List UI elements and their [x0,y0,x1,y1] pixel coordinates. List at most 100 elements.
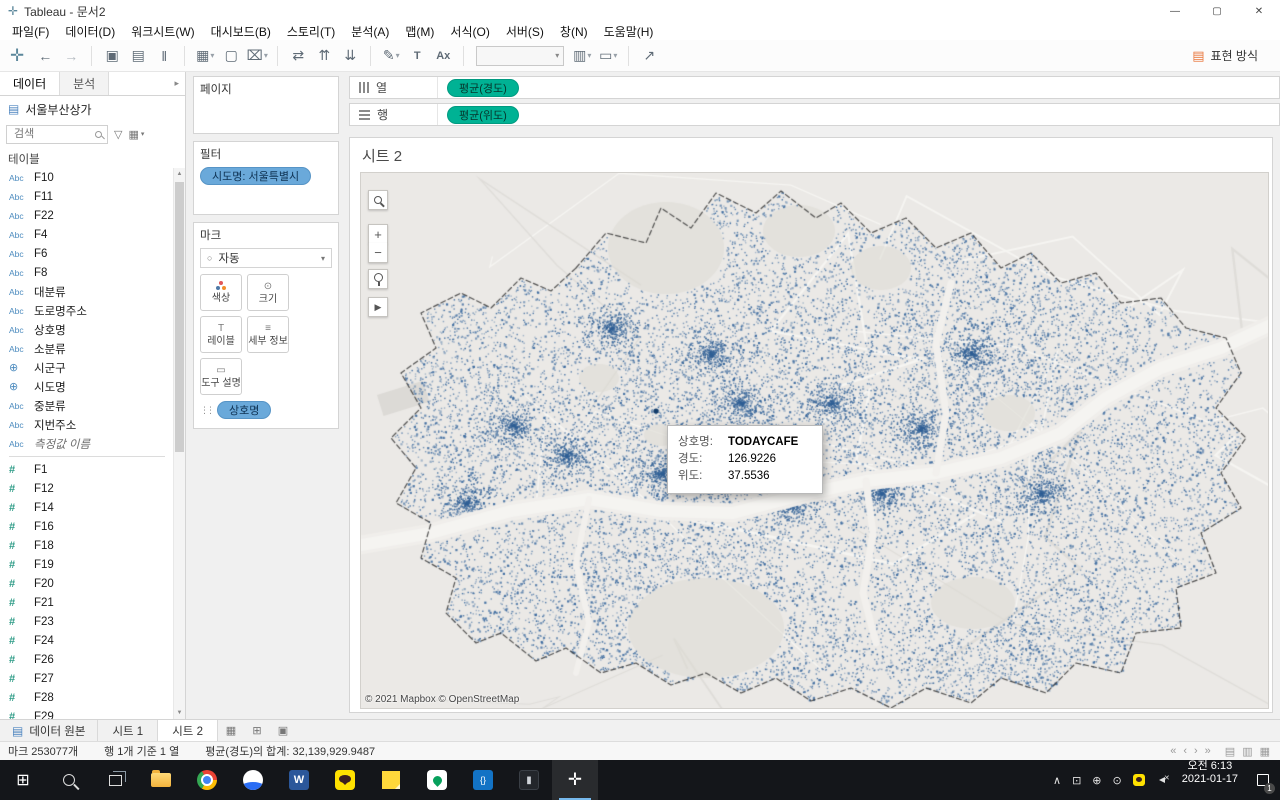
menu-item-5[interactable]: 분석(A) [343,22,397,40]
pages-card[interactable]: 페이지 [193,76,339,134]
size-button[interactable]: ⊙ 크기 [247,274,289,311]
columns-shelf[interactable]: 열 평균(경도) [349,76,1280,99]
menu-item-2[interactable]: 워크시트(W) [123,22,202,40]
search-box[interactable] [6,124,108,144]
field-measure[interactable]: # F24 [0,631,173,650]
field-dimension[interactable]: Abc 소분류 [0,339,173,358]
zoom-out-button[interactable]: − [368,243,388,263]
show-me-button[interactable]: ▤ 표현 방식 [1192,47,1258,64]
hidden-icons-chevron[interactable]: ∧ [1053,774,1061,787]
sort-ascending-button[interactable]: ⇈ [312,44,336,68]
mark-type-selector[interactable]: ○ 자동 ▾ [200,248,332,268]
filters-card[interactable]: 필터 시도명: 서울특별시 [193,141,339,215]
field-dimension[interactable]: ⊕ 시군구 [0,358,173,377]
menu-item-6[interactable]: 맵(M) [397,22,442,40]
field-dimension[interactable]: Abc 상호명 [0,320,173,339]
field-measure[interactable]: # F28 [0,688,173,707]
field-dimension[interactable]: Abc 대분류 [0,282,173,301]
field-measure[interactable]: # F29 [0,707,173,720]
kakaotalk-tray[interactable] [1132,774,1145,786]
sheet-tab-1[interactable]: 시트 1 [98,720,159,741]
start-taskbar-button[interactable]: ⊞ [0,760,46,800]
field-measure[interactable]: # F23 [0,612,173,631]
status-view-0[interactable]: ▤ [1225,745,1235,758]
datasource-tab[interactable]: ▤ 데이터 원본 [0,720,99,741]
show-mark-labels-button[interactable]: ▥ ▾ [570,44,594,68]
new-dashboard-button[interactable]: ⊞ [244,720,270,741]
field-dimension[interactable]: Abc F8 [0,263,173,282]
detail-button[interactable]: ≡ 세부 정보 [247,316,289,353]
field-dimension[interactable]: Abc F22 [0,206,173,225]
field-measure[interactable]: # F20 [0,574,173,593]
field-dimension[interactable]: Abc F4 [0,225,173,244]
status-view-1[interactable]: ▥ [1242,745,1252,758]
tooltip-button[interactable]: ▭ 도구 설명 [200,358,242,395]
field-dimension[interactable]: ⊕ 시도명 [0,377,173,396]
sort-descending-button[interactable]: ⇊ [338,44,362,68]
minimize-button[interactable]: — [1154,0,1196,22]
new-worksheet-button[interactable]: ▦ ▾ [193,44,217,68]
status-nav-0[interactable]: « [1170,745,1176,757]
datasource-row[interactable]: ▤ 서울부산상가 [0,96,185,122]
display-icon[interactable]: ⊡ [1072,774,1081,787]
tab-data[interactable]: 데이터 [0,72,60,95]
field-measure[interactable]: # F27 [0,669,173,688]
menu-item-10[interactable]: 도움말(H) [596,22,662,40]
field-dimension[interactable]: Abc F6 [0,244,173,263]
kakaomap-taskbar-button[interactable] [414,760,460,800]
scrollbar-thumb[interactable] [175,182,184,452]
map-pan-button[interactable]: ▶ [368,297,388,317]
tableau-taskbar-button[interactable]: ✛ [552,760,598,800]
marks-pill[interactable]: 상호명 [217,401,272,419]
status-view-2[interactable]: ▦ [1260,745,1270,758]
field-measure[interactable]: # F14 [0,498,173,517]
presentation-mode-button[interactable]: ▭ ▾ [596,44,620,68]
field-measure[interactable]: # F21 [0,593,173,612]
field-measure[interactable]: # F12 [0,479,173,498]
rows-pill[interactable]: 평균(위도) [447,105,519,124]
menu-item-3[interactable]: 대시보드(B) [203,22,279,40]
columns-pill[interactable]: 평균(경도) [447,78,519,97]
status-nav-1[interactable]: ‹ [1183,745,1187,757]
filter-pill[interactable]: 시도명: 서울특별시 [200,167,312,185]
menu-item-1[interactable]: 데이터(D) [57,22,123,40]
save-button[interactable]: ▣ [100,44,124,68]
menu-item-9[interactable]: 창(N) [552,22,596,40]
menu-item-7[interactable]: 서식(O) [442,22,497,40]
taskbar-clock[interactable]: 오전 6:13 2021-01-17 [1174,760,1246,800]
color-button[interactable]: 색상 [200,274,242,311]
scroll-up-icon[interactable]: ▲ [174,168,185,180]
menu-item-8[interactable]: 서버(S) [498,22,552,40]
close-button[interactable]: ✕ [1238,0,1280,22]
field-dimension[interactable]: Abc 도로명주소 [0,301,173,320]
bluetooth-icon[interactable]: ⊙ [1113,774,1122,787]
kakaotalk-taskbar-button[interactable] [322,760,368,800]
field-list-scrollbar[interactable]: ▲ ▼ [173,168,185,719]
security-icon[interactable]: ⊕ [1092,774,1101,787]
pane-collapse-icon[interactable]: ▸ [168,72,185,95]
pause-updates-button[interactable]: ‖ [152,44,176,68]
scroll-down-icon[interactable]: ▼ [174,707,185,719]
field-measure[interactable]: # F16 [0,517,173,536]
field-dimension[interactable]: Abc 중분류 [0,396,173,415]
share-button[interactable]: ↗ [637,44,661,68]
field-measure[interactable]: # F26 [0,650,173,669]
chrome-taskbar-button[interactable] [184,760,230,800]
status-nav-3[interactable]: » [1205,745,1211,757]
tab-analytics[interactable]: 분석 [59,72,110,95]
dark-app-taskbar-button[interactable]: ▮ [506,760,552,800]
zoom-in-button[interactable]: + [368,224,388,244]
fix-axes-button[interactable]: Ax [431,44,455,68]
field-dimension[interactable]: Abc 지번주소 [0,415,173,434]
duplicate-sheet-button[interactable]: ▢ [219,44,243,68]
sticky-notes-taskbar-button[interactable] [368,760,414,800]
fit-selector[interactable]: ▾ [476,45,565,66]
view-options-icon[interactable]: ▦ ▾ [128,128,144,141]
word-taskbar-button[interactable]: W [276,760,322,800]
notification-center-button[interactable]: 1 [1246,760,1280,800]
whale-browser-taskbar-button[interactable] [230,760,276,800]
status-nav-2[interactable]: › [1194,745,1198,757]
swap-rows-columns-button[interactable]: ⇄ [286,44,310,68]
redo-button[interactable]: → [59,44,83,68]
field-measure[interactable]: # F18 [0,536,173,555]
